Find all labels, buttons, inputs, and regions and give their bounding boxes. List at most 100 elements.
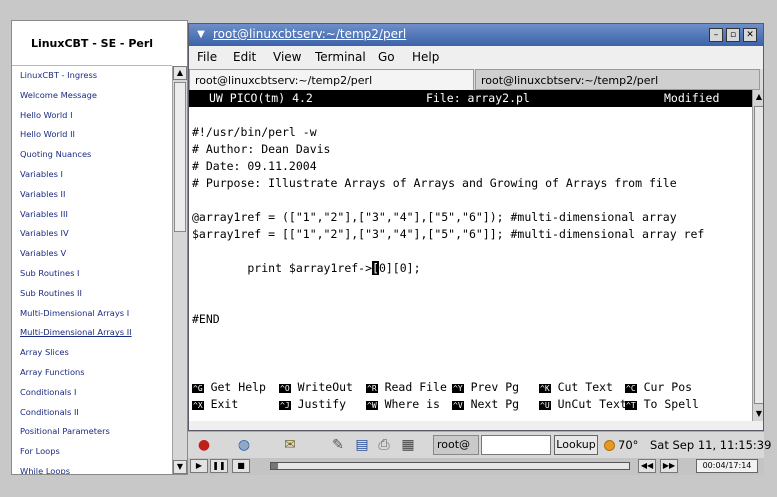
code-line: # Date: 09.11.2004 xyxy=(192,159,317,173)
seek-bar[interactable] xyxy=(270,462,630,470)
playback-time: 00:04/17:14 xyxy=(696,459,758,473)
lesson-item[interactable]: Variables III xyxy=(12,205,174,225)
menu-edit[interactable]: Edit xyxy=(233,50,256,64)
lesson-item[interactable]: Positional Parameters xyxy=(12,422,174,442)
lesson-item[interactable]: Multi-Dimensional Arrays I xyxy=(12,304,174,324)
terminal-window: ▼ root@linuxcbtserv:~/temp2/perl – ▫ ✕ F… xyxy=(188,23,764,431)
lesson-item[interactable]: Hello World II xyxy=(12,125,174,145)
sidebar-scroll-thumb[interactable] xyxy=(174,82,186,232)
pico-status: Modified xyxy=(664,91,720,105)
workspace-switcher-icon[interactable]: ▦ xyxy=(398,436,418,454)
text-cursor: [ xyxy=(372,261,379,275)
lesson-item[interactable]: Conditionals II xyxy=(12,403,174,423)
shortcut-cut-text: ^K Cut Text xyxy=(539,380,613,394)
lesson-item[interactable]: Welcome Message xyxy=(12,86,174,106)
menu-view[interactable]: View xyxy=(273,50,301,64)
tab-bar: root@linuxcbtserv:~/temp2/perl root@linu… xyxy=(189,69,763,90)
printer-icon[interactable]: ⎙ xyxy=(374,436,394,454)
menu-terminal[interactable]: Terminal xyxy=(315,50,366,64)
sidebar-scrollbar[interactable]: ▲ ▼ xyxy=(172,66,187,474)
lesson-item[interactable]: Array Slices xyxy=(12,343,174,363)
scroll-down-arrow-icon[interactable]: ▼ xyxy=(173,460,187,474)
office-icon[interactable]: ▤ xyxy=(352,436,372,454)
lesson-item[interactable]: Hello World I xyxy=(12,106,174,126)
code-text: print $array1ref-> xyxy=(192,261,373,275)
mail-icon[interactable]: ✉ xyxy=(280,436,300,454)
taskbar-terminal-task[interactable]: root@ xyxy=(433,435,479,455)
scroll-down-arrow-icon[interactable]: ▼ xyxy=(754,408,763,420)
pico-header: UW PICO(tm) 4.2 File: array2.pl Modified xyxy=(189,90,752,107)
temperature: 70° xyxy=(618,438,639,452)
maximize-icon[interactable]: ▫ xyxy=(726,28,740,42)
terminal-scroll-thumb[interactable] xyxy=(754,106,763,404)
sidebar-title: LinuxCBT - SE - Perl xyxy=(12,21,172,66)
video-player-controls: ▶ ❚❚ ■ ◀◀ ▶▶ 00:04/17:14 xyxy=(188,458,764,475)
shortcut-justify: ^J Justify xyxy=(279,397,347,411)
menu-go[interactable]: Go xyxy=(378,50,395,64)
lesson-item[interactable]: Sub Routines I xyxy=(12,264,174,284)
lesson-item[interactable]: Variables IV xyxy=(12,224,174,244)
lookup-button[interactable]: Lookup xyxy=(554,435,598,455)
lesson-item[interactable]: Conditionals I xyxy=(12,383,174,403)
lesson-item[interactable]: LinuxCBT - Ingress xyxy=(12,66,174,86)
terminal-task-label: root@ xyxy=(437,438,471,451)
fast-forward-icon[interactable]: ▶▶ xyxy=(660,459,678,473)
tab-terminal-1[interactable]: root@linuxcbtserv:~/temp2/perl xyxy=(189,69,474,90)
terminal-scrollbar[interactable]: ▲ ▼ xyxy=(752,90,763,421)
lesson-list: LinuxCBT - Ingress Welcome Message Hello… xyxy=(12,66,174,474)
terminal-content[interactable]: UW PICO(tm) 4.2 File: array2.pl Modified #… xyxy=(189,90,752,421)
code-line: #END xyxy=(192,312,220,326)
edit-icon[interactable]: ✎ xyxy=(328,436,348,454)
shortcut-writeout: ^O WriteOut xyxy=(279,380,353,394)
scroll-up-arrow-icon[interactable]: ▲ xyxy=(173,66,187,80)
shortcut-read-file: ^R Read File xyxy=(366,380,447,394)
shortcut-prev-pg: ^Y Prev Pg xyxy=(452,380,520,394)
pico-app-name: UW PICO(tm) 4.2 xyxy=(209,91,313,105)
code-line: # Author: Dean Davis xyxy=(192,142,331,156)
shortcut-where-is: ^W Where is xyxy=(366,397,440,411)
shortcut-exit: ^X Exit xyxy=(192,397,239,411)
taskbar: ● ◍ ✉ ✎ ▤ ⎙ ▦ root@ Lookup 70° Sat Sep 1… xyxy=(188,431,771,458)
weather-icon xyxy=(604,440,615,451)
lesson-item[interactable]: Variables I xyxy=(12,165,174,185)
pause-icon[interactable]: ❚❚ xyxy=(210,459,228,473)
menu-bar: File Edit View Terminal Go Help xyxy=(189,46,763,68)
lesson-item-current[interactable]: Multi-Dimensional Arrays II xyxy=(12,323,174,343)
window-titlebar[interactable]: ▼ root@linuxcbtserv:~/temp2/perl – ▫ ✕ xyxy=(189,24,763,46)
lesson-item[interactable]: For Loops xyxy=(12,442,174,462)
menu-file[interactable]: File xyxy=(197,50,217,64)
rewind-icon[interactable]: ◀◀ xyxy=(638,459,656,473)
lookup-input[interactable] xyxy=(481,435,551,455)
lesson-sidebar: LinuxCBT - SE - Perl LinuxCBT - Ingress … xyxy=(11,20,188,475)
code-text: 0][0]; xyxy=(378,261,421,275)
scroll-up-arrow-icon[interactable]: ▲ xyxy=(754,91,763,103)
lesson-item[interactable]: While Loops xyxy=(12,462,174,474)
lesson-item[interactable]: Sub Routines II xyxy=(12,284,174,304)
lesson-item[interactable]: Array Functions xyxy=(12,363,174,383)
shortcut-cur-pos: ^C Cur Pos xyxy=(625,380,693,394)
stop-icon[interactable]: ■ xyxy=(232,459,250,473)
lesson-item[interactable]: Variables II xyxy=(12,185,174,205)
shortcut-next-pg: ^V Next Pg xyxy=(452,397,520,411)
clock[interactable]: Sat Sep 11, 11:15:39 xyxy=(650,438,771,452)
close-icon[interactable]: ✕ xyxy=(743,28,757,42)
pico-file-name: File: array2.pl xyxy=(426,91,530,105)
code-line: #!/usr/bin/perl -w xyxy=(192,125,317,139)
tab-terminal-2[interactable]: root@linuxcbtserv:~/temp2/perl xyxy=(475,69,760,90)
globe-icon[interactable]: ◍ xyxy=(234,436,254,454)
seek-progress xyxy=(271,463,279,469)
window-menu-icon[interactable]: ▼ xyxy=(194,28,208,42)
minimize-icon[interactable]: – xyxy=(709,28,723,42)
code-line: @array1ref = (["1","2"],["3","4"],["5","… xyxy=(192,210,677,224)
code-line-cursor: print $array1ref->[0][0]; xyxy=(192,260,421,277)
lesson-item[interactable]: Variables V xyxy=(12,244,174,264)
shortcut-uncut-text: ^U UnCut Text xyxy=(539,397,627,411)
lesson-item[interactable]: Quoting Nuances xyxy=(12,145,174,165)
shortcut-to-spell: ^T To Spell xyxy=(625,397,699,411)
redhat-icon[interactable]: ● xyxy=(194,436,214,454)
menu-help[interactable]: Help xyxy=(412,50,439,64)
code-line: # Purpose: Illustrate Arrays of Arrays a… xyxy=(192,176,677,190)
play-icon[interactable]: ▶ xyxy=(190,459,208,473)
code-line: $array1ref = [["1","2"],["3","4"],["5","… xyxy=(192,227,705,241)
shortcut-get-help: ^G Get Help xyxy=(192,380,266,394)
